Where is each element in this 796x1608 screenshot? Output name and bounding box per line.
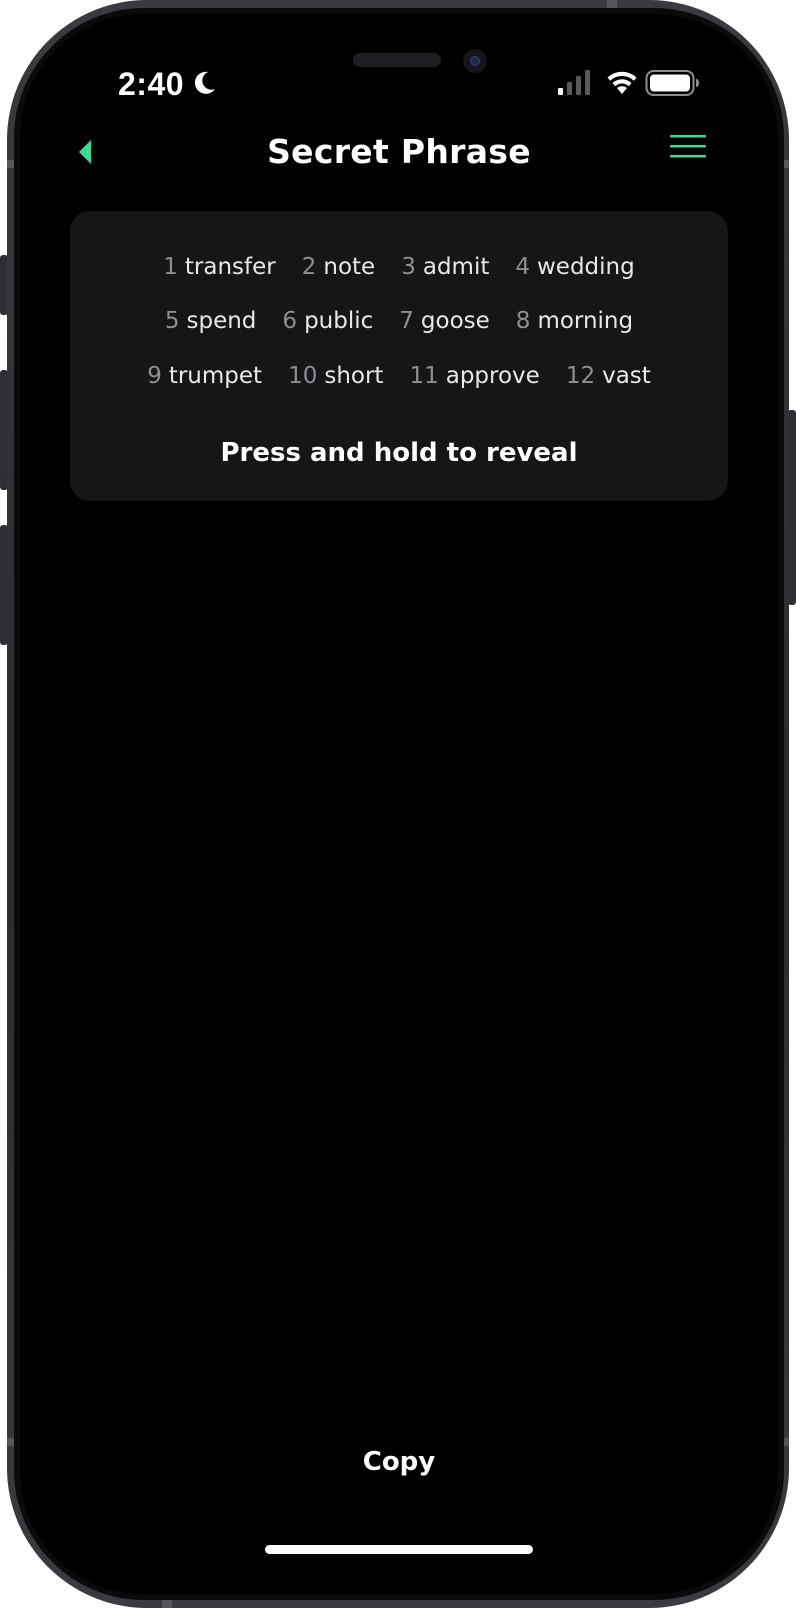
earpiece-speaker	[353, 53, 441, 67]
word-number: 11	[409, 363, 439, 389]
word-text: morning	[537, 308, 634, 334]
phrase-word: 3 admit	[401, 254, 489, 280]
phrase-row: 5 spend 6 public 7 goose 8 morning	[70, 308, 728, 334]
word-number: 7	[399, 308, 414, 334]
phrase-word: 6 public	[282, 308, 373, 334]
phrase-word: 10 short	[288, 363, 383, 389]
wifi-icon	[607, 71, 637, 94]
word-number: 2	[301, 254, 317, 280]
word-number: 6	[282, 308, 298, 334]
status-time: 2:40	[118, 66, 185, 102]
word-text: approve	[445, 363, 540, 389]
word-number: 3	[401, 254, 416, 280]
word-number: 1	[163, 254, 178, 280]
battery-icon	[645, 70, 699, 96]
word-number: 8	[515, 308, 531, 334]
home-indicator[interactable]	[265, 1545, 533, 1554]
word-number: 5	[164, 308, 180, 334]
word-number: 4	[515, 254, 530, 280]
word-text: admit	[422, 254, 490, 280]
page-title: Secret Phrase	[267, 132, 531, 171]
power-button	[788, 410, 796, 605]
phrase-word: 12 vast	[566, 363, 651, 389]
cellular-signal-icon	[558, 70, 590, 95]
front-camera	[463, 49, 487, 73]
phrase-word: 5 spend	[165, 308, 257, 334]
phrase-word: 9 trumpet	[147, 363, 262, 389]
phrase-word: 11 approve	[409, 363, 539, 389]
phrase-word: 7 goose	[399, 308, 490, 334]
phrase-word: 4 wedding	[515, 254, 634, 280]
word-number: 10	[288, 363, 318, 389]
phrase-word: 1 transfer	[163, 254, 275, 280]
screen: 2:40 Secret Phrase 1 transfer 2 note 3 a…	[20, 14, 778, 1594]
copy-button[interactable]: Copy	[299, 1437, 499, 1487]
press-hold-reveal-label: Press and hold to reveal	[220, 438, 578, 468]
word-text: goose	[420, 308, 490, 334]
moon-icon	[194, 71, 215, 94]
antenna-band	[162, 1600, 172, 1608]
word-text: trumpet	[168, 363, 263, 389]
word-text: transfer	[184, 254, 276, 280]
device-canvas: 2:40 Secret Phrase 1 transfer 2 note 3 a…	[0, 0, 796, 1608]
hamburger-menu-icon[interactable]	[668, 132, 708, 166]
antenna-band	[607, 0, 617, 8]
word-text: short	[324, 363, 384, 389]
secret-phrase-card[interactable]: 1 transfer 2 note 3 admit 4 wedding 5 spend 6…	[70, 211, 728, 501]
word-number: 9	[147, 363, 162, 389]
word-text: spend	[186, 308, 257, 334]
word-text: note	[323, 254, 376, 280]
phrase-word: 8 morning	[516, 308, 633, 334]
phrase-word: 2 note	[302, 254, 375, 280]
phrase-row: 9 trumpet 10 short 11 approve 12 vast	[70, 363, 728, 389]
word-text: public	[304, 308, 374, 334]
word-text: vast	[602, 363, 651, 389]
word-text: wedding	[537, 254, 635, 280]
word-number: 12	[565, 363, 596, 389]
phrase-row: 1 transfer 2 note 3 admit 4 wedding	[70, 254, 728, 280]
